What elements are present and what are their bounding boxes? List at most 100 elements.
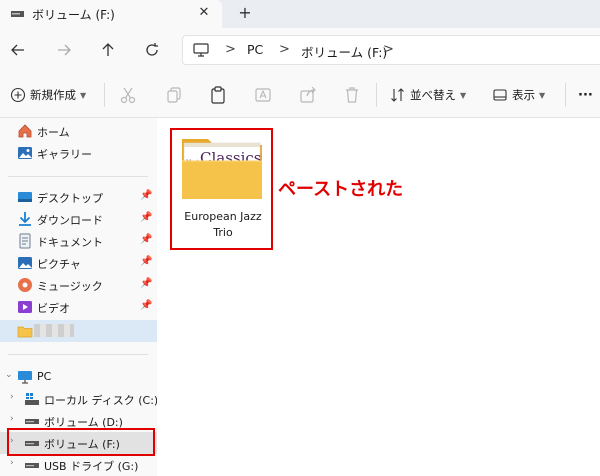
sort-button-label: 並べ替え bbox=[410, 88, 456, 102]
toolbar-divider bbox=[104, 83, 105, 107]
sidebar-item-drive-c[interactable]: › ローカル ディスク (C:) bbox=[0, 388, 159, 410]
sidebar-item-label: ローカル ディスク (C:) bbox=[44, 394, 159, 407]
sort-button[interactable]: 並べ替え ▼ bbox=[390, 84, 466, 106]
monitor-icon bbox=[193, 43, 209, 57]
refresh-button[interactable] bbox=[140, 38, 164, 62]
blurred-folder-name bbox=[34, 324, 74, 337]
cut-icon[interactable] bbox=[118, 85, 138, 105]
breadcrumb-volume-f[interactable]: ボリューム (F:) bbox=[301, 42, 387, 61]
sidebar-item-folder[interactable] bbox=[0, 320, 157, 342]
drive-icon bbox=[11, 11, 24, 17]
highlight-box-drive-f bbox=[7, 428, 155, 456]
sidebar-item-label: デスクトップ bbox=[37, 192, 103, 205]
sidebar-item-label: ダウンロード bbox=[37, 214, 103, 227]
breadcrumb-pc[interactable]: PC bbox=[247, 42, 263, 57]
gallery-icon bbox=[18, 147, 32, 159]
sidebar-item-home[interactable]: ホーム bbox=[0, 120, 157, 142]
chevron-down-icon: ▼ bbox=[460, 90, 467, 100]
pin-icon[interactable]: 📌 bbox=[140, 278, 152, 289]
arrow-right-icon bbox=[58, 44, 71, 56]
share-icon[interactable] bbox=[298, 85, 318, 105]
view-button-label: 表示 bbox=[512, 88, 535, 102]
sidebar-item-gallery[interactable]: ギャラリー bbox=[0, 142, 157, 164]
pin-icon[interactable]: 📌 bbox=[140, 190, 152, 201]
chevron-right-icon[interactable]: › bbox=[10, 392, 14, 402]
chevron-right-icon[interactable]: › bbox=[10, 414, 14, 424]
paste-icon[interactable] bbox=[208, 85, 228, 105]
pin-icon[interactable]: 📌 bbox=[140, 234, 152, 245]
tab-title: ボリューム (F:) bbox=[32, 8, 115, 22]
sidebar-item-drive-g[interactable]: › USB ドライブ (G:) bbox=[0, 454, 157, 476]
sidebar-item-label: ギャラリー bbox=[37, 148, 92, 161]
sidebar-item-music[interactable]: ミュージック 📌 bbox=[0, 274, 157, 296]
refresh-icon bbox=[146, 43, 158, 56]
view-button[interactable]: 表示 ▼ bbox=[492, 84, 545, 106]
sidebar-item-label: PC bbox=[37, 370, 52, 383]
arrow-up-icon bbox=[102, 43, 114, 56]
toolbar-divider bbox=[376, 83, 377, 107]
pin-icon[interactable]: 📌 bbox=[140, 256, 152, 267]
sort-icon bbox=[391, 88, 404, 102]
sidebar-item-desktop[interactable]: デスクトップ 📌 bbox=[0, 186, 157, 208]
view-icon bbox=[493, 89, 507, 101]
navigation-pane: ホーム ギャラリー デスクトップ 📌 ダウンロード 📌 ドキュメント 📌 ピクチ… bbox=[0, 118, 159, 476]
title-bar: ボリューム (F:) ✕ + bbox=[0, 0, 600, 28]
copy-icon[interactable] bbox=[164, 85, 184, 105]
folder-name-line1: European Jazz bbox=[184, 210, 262, 223]
pasted-annotation: ペーストされた bbox=[278, 179, 404, 200]
rename-icon[interactable] bbox=[253, 85, 273, 105]
delete-icon[interactable] bbox=[342, 85, 362, 105]
back-button[interactable] bbox=[6, 38, 30, 62]
tab-volume-f[interactable]: ボリューム (F:) ✕ bbox=[0, 0, 222, 28]
windows-drive-icon bbox=[25, 393, 39, 405]
address-bar[interactable]: > PC > ボリューム (F:) > bbox=[182, 35, 600, 65]
folder-icon bbox=[17, 326, 33, 338]
home-icon bbox=[18, 124, 32, 138]
sidebar-item-label: USB ドライブ (G:) bbox=[44, 460, 139, 473]
plus-circle-icon bbox=[10, 87, 26, 103]
sidebar-item-pictures[interactable]: ピクチャ 📌 bbox=[0, 252, 157, 274]
chevron-right-icon[interactable]: > bbox=[383, 42, 394, 57]
sidebar-item-label: ホーム bbox=[37, 126, 70, 139]
chevron-right-icon: > bbox=[279, 42, 290, 57]
chevron-down-icon: ▼ bbox=[539, 90, 546, 100]
desktop-icon bbox=[18, 192, 32, 202]
navigation-bar: > PC > ボリューム (F:) > bbox=[0, 28, 600, 72]
pin-icon[interactable]: 📌 bbox=[140, 212, 152, 223]
tab-close-icon[interactable]: ✕ bbox=[196, 3, 212, 23]
command-bar: 新規作成 ▼ 並べ替え ▼ 表示 ▼ ··· bbox=[0, 72, 600, 118]
chevron-down-icon[interactable]: ⌄ bbox=[5, 370, 13, 380]
new-tab-button[interactable]: + bbox=[236, 2, 254, 24]
folder-name-line2: Trio bbox=[213, 226, 233, 239]
arrow-left-icon bbox=[11, 44, 24, 56]
music-icon bbox=[18, 278, 32, 292]
drive-icon bbox=[25, 419, 39, 424]
more-options-button[interactable]: ··· bbox=[578, 84, 593, 106]
sidebar-item-downloads[interactable]: ダウンロード 📌 bbox=[0, 208, 157, 230]
sidebar-item-label: ミュージック bbox=[37, 280, 103, 293]
chevron-right-icon: > bbox=[225, 42, 236, 57]
folder-name: European Jazz Trio bbox=[176, 209, 270, 241]
monitor-icon bbox=[18, 371, 32, 384]
sidebar-item-label: ドキュメント bbox=[37, 236, 103, 249]
sidebar-divider bbox=[8, 176, 148, 177]
forward-button[interactable] bbox=[52, 38, 76, 62]
download-icon bbox=[19, 212, 31, 226]
new-button-label: 新規作成 bbox=[30, 88, 76, 102]
sidebar-item-documents[interactable]: ドキュメント 📌 bbox=[0, 230, 157, 252]
chevron-down-icon: ▼ bbox=[80, 90, 87, 100]
sidebar-item-pc[interactable]: ⌄ PC bbox=[0, 366, 157, 388]
sidebar-item-label: ビデオ bbox=[37, 302, 70, 315]
new-button[interactable]: 新規作成 ▼ bbox=[10, 84, 86, 106]
toolbar-divider bbox=[565, 83, 566, 107]
pictures-icon bbox=[18, 257, 32, 269]
sidebar-item-videos[interactable]: ビデオ 📌 bbox=[0, 296, 157, 318]
pin-icon[interactable]: 📌 bbox=[140, 300, 152, 311]
sidebar-divider bbox=[8, 354, 148, 355]
chevron-right-icon[interactable]: › bbox=[10, 458, 14, 468]
usb-drive-icon bbox=[25, 463, 39, 468]
document-icon bbox=[19, 233, 31, 249]
up-button[interactable] bbox=[96, 38, 120, 62]
folder-thumbnail-icon: Meets Classics bbox=[182, 139, 262, 199]
sidebar-item-label: ピクチャ bbox=[37, 258, 81, 271]
